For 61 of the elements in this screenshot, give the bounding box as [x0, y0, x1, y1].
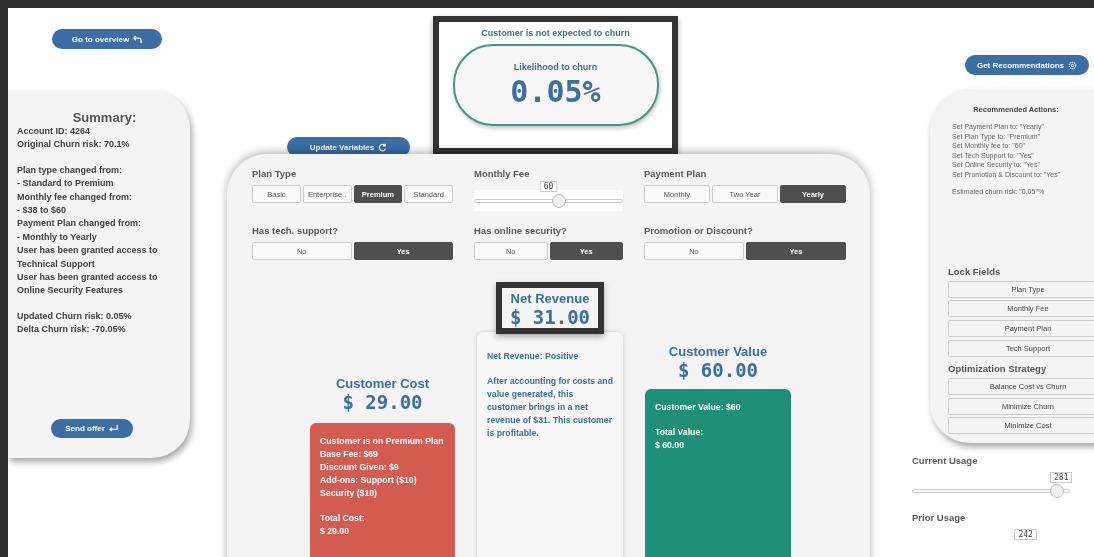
metric-text: Discount Given: $9	[320, 461, 400, 474]
return-arrow-icon	[108, 424, 118, 433]
metric-text: Total Cost:	[320, 512, 366, 525]
metric-text: Base Fee: $69	[320, 448, 379, 461]
summary-line: User has been granted access to	[17, 271, 159, 285]
metric-title: Net Revenue	[510, 291, 590, 306]
slider-thumb[interactable]	[551, 194, 566, 208]
settings-icon	[1068, 60, 1078, 70]
control-label: Has online security?	[474, 225, 568, 236]
control-label: Monthly Fee	[474, 168, 531, 179]
control-label: Promotion or Discount?	[644, 225, 754, 236]
summary-line: Plan type changed from:	[17, 163, 124, 177]
slider-thumb[interactable]	[1050, 484, 1065, 498]
metric-title: Customer Value	[668, 344, 768, 359]
metric-text: Net Revenue: Positive	[487, 350, 580, 363]
metric-title: Customer Cost	[335, 376, 430, 391]
churn-label: Likelihood to churn	[513, 61, 598, 72]
usage-label: Prior Usage	[912, 512, 967, 523]
summary-line: Monthly fee changed from:	[17, 190, 133, 204]
usage-label: Current Usage	[912, 455, 979, 466]
summary-line: Online Security Features	[17, 284, 125, 298]
control-label: Has tech. support?	[252, 225, 340, 236]
fee-slider[interactable]	[474, 194, 623, 208]
churn-status: Customer is not expected to churn	[481, 28, 630, 38]
section-title: Lock Fields	[948, 265, 1002, 277]
slider-value: 242	[1014, 529, 1037, 540]
metric-amount: $ 60.00	[677, 359, 759, 381]
summary-line: Original Churn risk: 70.1%	[17, 138, 131, 152]
refresh-icon	[378, 142, 388, 152]
summary-line: - Monthly to Yearly	[17, 230, 98, 244]
metric-text: Customer is on Premium Plan	[320, 435, 445, 448]
summary-line: - Standard to Premium	[17, 177, 115, 191]
send-offer-button[interactable]: Send offer	[50, 419, 133, 438]
get-recommendations-button[interactable]: Get Recommendations	[965, 55, 1089, 76]
summary-line: Updated Churn risk: 0.05%	[17, 309, 133, 323]
summary-line: Payment Plan changed from:	[17, 217, 143, 231]
usage-slider[interactable]	[912, 484, 1070, 498]
metric-text: Security ($10)	[320, 487, 378, 500]
summary-line: Account ID: 4264	[17, 125, 92, 138]
control-label: Payment Plan	[644, 168, 708, 179]
summary-title: Summary:	[71, 110, 138, 125]
control-label: Plan Type	[252, 168, 298, 179]
metric-text: $ 29.00	[320, 525, 350, 538]
update-variables-button[interactable]: Update Variables	[287, 137, 410, 157]
metric-text: Customer Value: $60	[655, 401, 742, 414]
section-title: Optimization Strategy	[948, 363, 1048, 375]
go-to-overview-button[interactable]: Go to overview	[52, 29, 162, 49]
summary-line: User has been granted access to	[17, 244, 159, 258]
churn-value: 0.05%	[510, 73, 601, 109]
summary-line: Technical Support	[17, 257, 96, 271]
slider-value: 60	[539, 181, 558, 192]
slider-value: 281	[1050, 472, 1073, 483]
summary-line: - $38 to $60	[17, 204, 68, 218]
metric-text: Total Value:	[655, 426, 705, 439]
metric-text: Add-ons: Support ($10)	[320, 474, 418, 487]
metric-amount: $ 31.00	[509, 306, 591, 328]
summary-line: Delta Churn risk: -70.05%	[17, 323, 127, 337]
undo-arrow-icon	[133, 34, 143, 44]
metric-text: $ 60.00	[655, 439, 685, 452]
metric-amount: $ 29.00	[342, 391, 423, 413]
metric-text: After accounting for costs and value generated, this customer brings in a net revenue of $31. This customer is profitable.	[487, 375, 613, 440]
